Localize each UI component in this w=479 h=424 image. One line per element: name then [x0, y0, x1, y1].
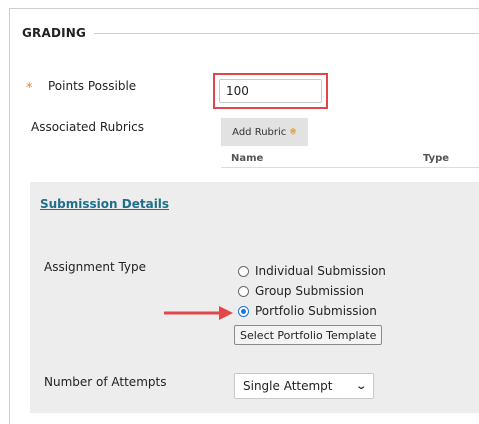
section-divider — [94, 33, 479, 34]
radio-button-icon[interactable] — [238, 285, 249, 297]
double-chevron-down-icon: ⋇ — [289, 127, 297, 137]
radio-group-submission[interactable]: Group Submission — [238, 284, 364, 298]
radio-label: Individual Submission — [255, 264, 386, 278]
points-possible-label: Points Possible — [48, 79, 137, 93]
red-arrow-icon — [164, 306, 233, 320]
rubric-column-name: Name — [231, 153, 264, 164]
add-rubric-button[interactable]: Add Rubric ⋇ — [221, 118, 308, 146]
radio-button-selected-icon[interactable] — [238, 305, 249, 317]
required-marker: * — [26, 81, 33, 96]
assignment-type-label: Assignment Type — [44, 260, 147, 274]
associated-rubrics-label: Associated Rubrics — [31, 120, 144, 134]
number-of-attempts-select[interactable]: Single Attempt ⌄ — [234, 373, 374, 399]
radio-individual-submission[interactable]: Individual Submission — [238, 264, 386, 278]
radio-label: Portfolio Submission — [255, 304, 377, 318]
rubric-table-divider — [221, 167, 479, 168]
attempts-selected-value: Single Attempt — [243, 379, 333, 393]
points-possible-input[interactable] — [219, 79, 322, 103]
radio-portfolio-submission[interactable]: Portfolio Submission — [238, 304, 377, 318]
select-portfolio-template-button[interactable]: Select Portfolio Template — [234, 325, 383, 345]
section-title: GRADING — [22, 26, 87, 40]
number-of-attempts-label: Number of Attempts — [44, 375, 167, 389]
chevron-down-icon: ⌄ — [354, 380, 367, 392]
radio-button-icon[interactable] — [238, 265, 249, 277]
radio-label: Group Submission — [255, 284, 364, 298]
rubric-column-type: Type — [423, 153, 450, 164]
add-rubric-label: Add Rubric — [232, 126, 287, 138]
submission-details-link[interactable]: Submission Details — [40, 197, 169, 211]
points-input-highlight — [213, 73, 328, 109]
